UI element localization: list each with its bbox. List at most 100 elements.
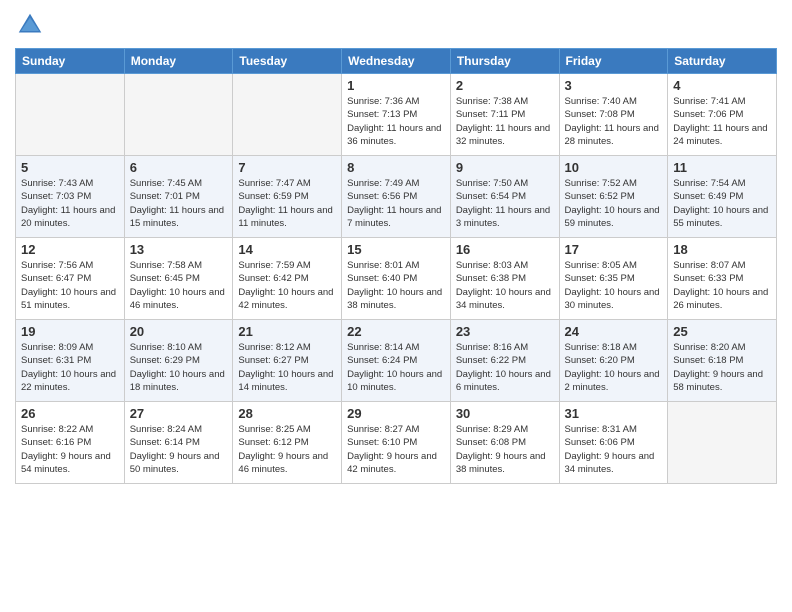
day-number: 31 bbox=[565, 406, 663, 421]
calendar-cell: 6Sunrise: 7:45 AM Sunset: 7:01 PM Daylig… bbox=[124, 156, 233, 238]
calendar-cell: 13 Sunrise: 7:58 AM Sunset: 6:45 PM Dayli… bbox=[124, 238, 233, 320]
week-row-1: 1Sunrise: 7:36 AM Sunset: 7:13 PM Daylig… bbox=[16, 74, 777, 156]
day-info: Sunrise: 8:31 AM Sunset: 6:06 PM Dayligh… bbox=[565, 423, 663, 476]
day-info: Sunrise: 8:20 AM Sunset: 6:18 PM Dayligh… bbox=[673, 341, 771, 394]
calendar-cell: 17Sunrise: 8:05 AM Sunset: 6:35 PM Dayli… bbox=[559, 238, 668, 320]
day-number: 26 bbox=[21, 406, 119, 421]
day-number: 15 bbox=[347, 242, 445, 257]
calendar-cell: 30 Sunrise: 8:29 AM Sunset: 6:08 PM Dayli… bbox=[450, 402, 559, 484]
day-info: Sunrise: 7:52 AM Sunset: 6:52 PM Dayligh… bbox=[565, 177, 663, 230]
day-number: 29 bbox=[347, 406, 445, 421]
day-number: 4 bbox=[673, 78, 771, 93]
calendar-cell: 10 Sunrise: 7:52 AM Sunset: 6:52 PM Dayli… bbox=[559, 156, 668, 238]
day-header-wednesday: Wednesday bbox=[342, 49, 451, 74]
day-info: Sunrise: 7:38 AM Sunset: 7:11 PM Dayligh… bbox=[456, 95, 554, 148]
day-info: Sunrise: 7:47 AM Sunset: 6:59 PM Dayligh… bbox=[238, 177, 336, 230]
day-info: Sunrise: 7:50 AM Sunset: 6:54 PM Dayligh… bbox=[456, 177, 554, 230]
day-info: Sunrise: 7:40 AM Sunset: 7:08 PM Dayligh… bbox=[565, 95, 663, 148]
calendar-cell: 29 Sunrise: 8:27 AM Sunset: 6:10 PM Dayli… bbox=[342, 402, 451, 484]
day-info: Sunrise: 8:09 AM Sunset: 6:31 PM Dayligh… bbox=[21, 341, 119, 394]
day-info: Sunrise: 8:16 AM Sunset: 6:22 PM Dayligh… bbox=[456, 341, 554, 394]
day-info: Sunrise: 8:29 AM Sunset: 6:08 PM Dayligh… bbox=[456, 423, 554, 476]
day-header-monday: Monday bbox=[124, 49, 233, 74]
day-info: Sunrise: 7:41 AM Sunset: 7:06 PM Dayligh… bbox=[673, 95, 771, 148]
day-number: 2 bbox=[456, 78, 554, 93]
day-number: 7 bbox=[238, 160, 336, 175]
calendar-cell bbox=[124, 74, 233, 156]
day-info: Sunrise: 7:54 AM Sunset: 6:49 PM Dayligh… bbox=[673, 177, 771, 230]
day-info: Sunrise: 8:22 AM Sunset: 6:16 PM Dayligh… bbox=[21, 423, 119, 476]
day-number: 14 bbox=[238, 242, 336, 257]
calendar-cell: 27 Sunrise: 8:24 AM Sunset: 6:14 PM Dayli… bbox=[124, 402, 233, 484]
calendar-cell: 26 Sunrise: 8:22 AM Sunset: 6:16 PM Dayli… bbox=[16, 402, 125, 484]
calendar-cell: 11 Sunrise: 7:54 AM Sunset: 6:49 PM Dayli… bbox=[668, 156, 777, 238]
calendar-cell: 31 Sunrise: 8:31 AM Sunset: 6:06 PM Dayli… bbox=[559, 402, 668, 484]
calendar-cell bbox=[16, 74, 125, 156]
day-number: 22 bbox=[347, 324, 445, 339]
day-number: 30 bbox=[456, 406, 554, 421]
day-info: Sunrise: 8:24 AM Sunset: 6:14 PM Dayligh… bbox=[130, 423, 228, 476]
day-info: Sunrise: 8:12 AM Sunset: 6:27 PM Dayligh… bbox=[238, 341, 336, 394]
day-number: 23 bbox=[456, 324, 554, 339]
day-number: 27 bbox=[130, 406, 228, 421]
day-info: Sunrise: 7:45 AM Sunset: 7:01 PM Dayligh… bbox=[130, 177, 228, 230]
calendar-cell: 24 Sunrise: 8:18 AM Sunset: 6:20 PM Dayli… bbox=[559, 320, 668, 402]
day-number: 18 bbox=[673, 242, 771, 257]
header bbox=[15, 10, 777, 40]
day-info: Sunrise: 8:01 AM Sunset: 6:40 PM Dayligh… bbox=[347, 259, 445, 312]
day-info: Sunrise: 8:03 AM Sunset: 6:38 PM Dayligh… bbox=[456, 259, 554, 312]
calendar-cell bbox=[233, 74, 342, 156]
day-info: Sunrise: 8:27 AM Sunset: 6:10 PM Dayligh… bbox=[347, 423, 445, 476]
day-header-thursday: Thursday bbox=[450, 49, 559, 74]
day-info: Sunrise: 8:14 AM Sunset: 6:24 PM Dayligh… bbox=[347, 341, 445, 394]
day-info: Sunrise: 8:10 AM Sunset: 6:29 PM Dayligh… bbox=[130, 341, 228, 394]
day-number: 17 bbox=[565, 242, 663, 257]
calendar-header-row: SundayMondayTuesdayWednesdayThursdayFrid… bbox=[16, 49, 777, 74]
calendar-cell: 16Sunrise: 8:03 AM Sunset: 6:38 PM Dayli… bbox=[450, 238, 559, 320]
calendar-cell: 5 Sunrise: 7:43 AM Sunset: 7:03 PM Daylig… bbox=[16, 156, 125, 238]
calendar-cell bbox=[668, 402, 777, 484]
week-row-4: 19 Sunrise: 8:09 AM Sunset: 6:31 PM Dayli… bbox=[16, 320, 777, 402]
day-info: Sunrise: 8:25 AM Sunset: 6:12 PM Dayligh… bbox=[238, 423, 336, 476]
day-header-saturday: Saturday bbox=[668, 49, 777, 74]
calendar-cell: 7 Sunrise: 7:47 AM Sunset: 6:59 PM Daylig… bbox=[233, 156, 342, 238]
day-info: Sunrise: 7:43 AM Sunset: 7:03 PM Dayligh… bbox=[21, 177, 119, 230]
calendar-cell: 21 Sunrise: 8:12 AM Sunset: 6:27 PM Dayli… bbox=[233, 320, 342, 402]
logo bbox=[15, 10, 49, 40]
day-number: 13 bbox=[130, 242, 228, 257]
day-number: 19 bbox=[21, 324, 119, 339]
day-number: 5 bbox=[21, 160, 119, 175]
logo-icon bbox=[15, 10, 45, 40]
page: SundayMondayTuesdayWednesdayThursdayFrid… bbox=[0, 0, 792, 612]
day-info: Sunrise: 7:58 AM Sunset: 6:45 PM Dayligh… bbox=[130, 259, 228, 312]
day-info: Sunrise: 8:18 AM Sunset: 6:20 PM Dayligh… bbox=[565, 341, 663, 394]
day-header-tuesday: Tuesday bbox=[233, 49, 342, 74]
calendar-cell: 9 Sunrise: 7:50 AM Sunset: 6:54 PM Daylig… bbox=[450, 156, 559, 238]
calendar-cell: 15 Sunrise: 8:01 AM Sunset: 6:40 PM Dayli… bbox=[342, 238, 451, 320]
day-number: 21 bbox=[238, 324, 336, 339]
calendar-cell: 22 Sunrise: 8:14 AM Sunset: 6:24 PM Dayli… bbox=[342, 320, 451, 402]
day-number: 25 bbox=[673, 324, 771, 339]
day-number: 9 bbox=[456, 160, 554, 175]
day-number: 12 bbox=[21, 242, 119, 257]
calendar-cell: 14 Sunrise: 7:59 AM Sunset: 6:42 PM Dayli… bbox=[233, 238, 342, 320]
calendar-cell: 28Sunrise: 8:25 AM Sunset: 6:12 PM Dayli… bbox=[233, 402, 342, 484]
calendar-table: SundayMondayTuesdayWednesdayThursdayFrid… bbox=[15, 48, 777, 484]
calendar-cell: 19 Sunrise: 8:09 AM Sunset: 6:31 PM Dayli… bbox=[16, 320, 125, 402]
calendar-cell: 25 Sunrise: 8:20 AM Sunset: 6:18 PM Dayli… bbox=[668, 320, 777, 402]
day-number: 11 bbox=[673, 160, 771, 175]
calendar-cell: 4 Sunrise: 7:41 AM Sunset: 7:06 PM Daylig… bbox=[668, 74, 777, 156]
day-info: Sunrise: 7:56 AM Sunset: 6:47 PM Dayligh… bbox=[21, 259, 119, 312]
day-number: 24 bbox=[565, 324, 663, 339]
day-number: 10 bbox=[565, 160, 663, 175]
day-number: 3 bbox=[565, 78, 663, 93]
day-info: Sunrise: 8:07 AM Sunset: 6:33 PM Dayligh… bbox=[673, 259, 771, 312]
week-row-5: 26 Sunrise: 8:22 AM Sunset: 6:16 PM Dayli… bbox=[16, 402, 777, 484]
calendar-cell: 3 Sunrise: 7:40 AM Sunset: 7:08 PM Daylig… bbox=[559, 74, 668, 156]
day-header-sunday: Sunday bbox=[16, 49, 125, 74]
week-row-2: 5 Sunrise: 7:43 AM Sunset: 7:03 PM Daylig… bbox=[16, 156, 777, 238]
day-info: Sunrise: 7:59 AM Sunset: 6:42 PM Dayligh… bbox=[238, 259, 336, 312]
day-number: 20 bbox=[130, 324, 228, 339]
day-number: 1 bbox=[347, 78, 445, 93]
day-header-friday: Friday bbox=[559, 49, 668, 74]
